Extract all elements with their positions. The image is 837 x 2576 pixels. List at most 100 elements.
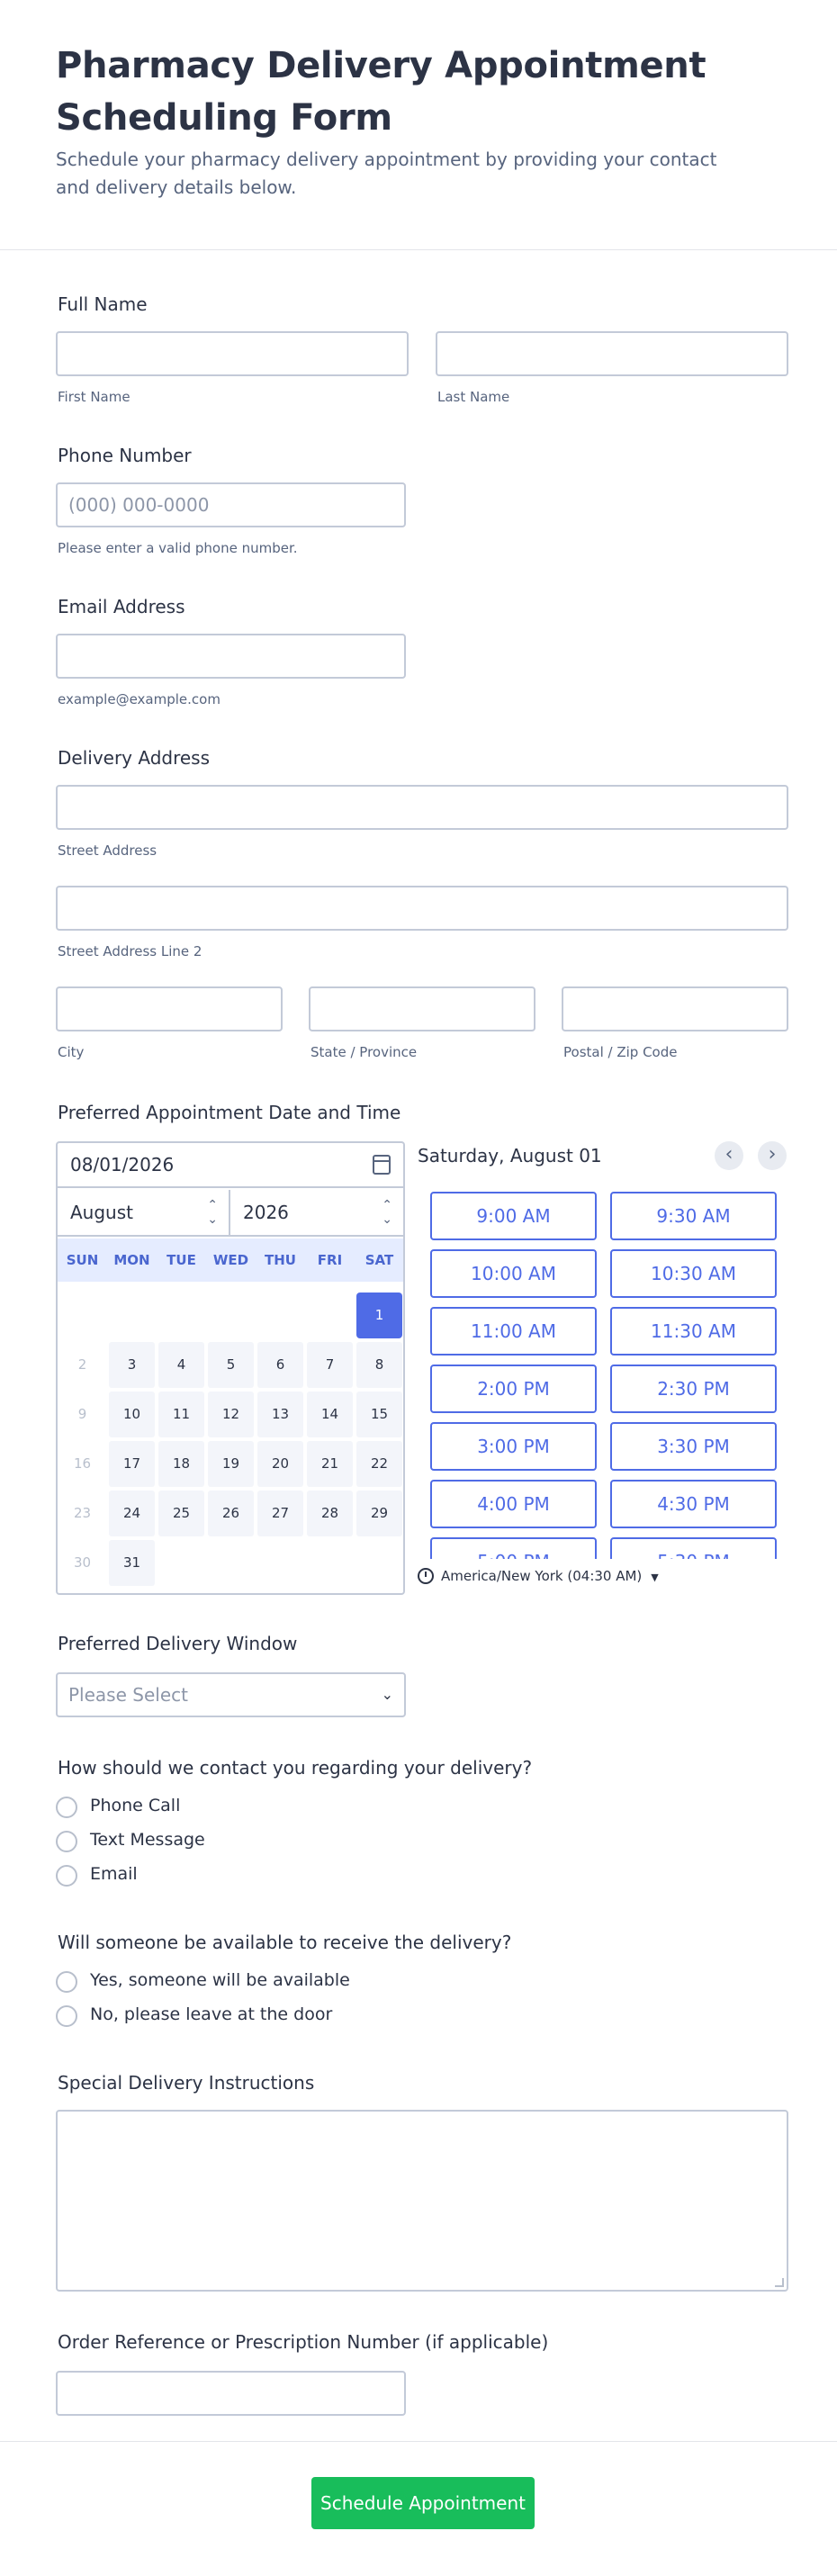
time-slot-button[interactable]: 4:30 PM — [610, 1480, 777, 1528]
last-name-sublabel: Last Name — [437, 389, 510, 405]
calendar-day: 16 — [73, 1455, 92, 1472]
calendar-day[interactable]: 27 — [257, 1491, 303, 1536]
calendar-icon[interactable] — [373, 1155, 391, 1175]
year-select[interactable]: 2026 ⌃ ⌄ — [230, 1190, 403, 1237]
radio-circle[interactable] — [56, 2005, 77, 2027]
time-slot-button[interactable]: 2:00 PM — [430, 1365, 597, 1413]
appointment-label: Preferred Appointment Date and Time — [58, 1102, 401, 1123]
year-stepper-icon[interactable]: ⌃ ⌄ — [382, 1198, 392, 1227]
street-address-sublabel: Street Address — [58, 842, 158, 859]
phone-input[interactable]: (000) 000-0000 — [56, 482, 406, 527]
calendar-day[interactable]: 11 — [158, 1392, 204, 1437]
calendar-day[interactable]: 19 — [208, 1441, 254, 1487]
calendar-day[interactable]: 5 — [208, 1342, 254, 1388]
state-input[interactable] — [309, 986, 536, 1031]
last-name-input[interactable] — [436, 331, 788, 376]
time-slot-button[interactable]: 9:00 AM — [430, 1192, 597, 1240]
street-address-line2-input[interactable] — [56, 886, 788, 931]
radio-label: Email — [90, 1864, 138, 1884]
address-label: Delivery Address — [58, 747, 211, 769]
order-reference-label: Order Reference or Prescription Number (… — [58, 2331, 549, 2353]
radio-label: Text Message — [90, 1830, 205, 1850]
form-title: Pharmacy Delivery Appointment Scheduling… — [56, 45, 706, 139]
calendar-day[interactable]: 25 — [158, 1491, 204, 1536]
calendar-day[interactable]: 13 — [257, 1392, 303, 1437]
city-input[interactable] — [56, 986, 283, 1031]
calendar-day[interactable]: 29 — [356, 1491, 402, 1536]
street-address-line2-sublabel: Street Address Line 2 — [58, 943, 202, 959]
city-sublabel: City — [58, 1044, 85, 1060]
chevron-left-icon[interactable]: ‹ — [715, 1141, 743, 1170]
time-slot-button[interactable]: 10:30 AM — [610, 1249, 777, 1298]
calendar-day[interactable]: 26 — [208, 1491, 254, 1536]
calendar-day[interactable]: 21 — [307, 1441, 353, 1487]
radio-circle[interactable] — [56, 1831, 77, 1852]
calendar-day[interactable]: 28 — [307, 1491, 353, 1536]
time-slot-button[interactable]: 4:00 PM — [430, 1480, 597, 1528]
calendar-day[interactable]: 12 — [208, 1392, 254, 1437]
calendar-day[interactable]: 7 — [307, 1342, 353, 1388]
date-input[interactable]: 08/01/2026 — [58, 1143, 403, 1188]
calendar-day[interactable]: 14 — [307, 1392, 353, 1437]
time-slot-button[interactable]: 2:30 PM — [610, 1365, 777, 1413]
time-slot-button[interactable]: 11:00 AM — [430, 1307, 597, 1356]
caret-down-icon: ▼ — [651, 1572, 659, 1583]
timezone-select[interactable]: America/New York (04:30 AM) ▼ — [418, 1568, 659, 1584]
schedule-appointment-button[interactable]: Schedule Appointment — [311, 2477, 535, 2529]
calendar-day[interactable]: 20 — [257, 1441, 303, 1487]
contact-method-label: How should we contact you regarding your… — [58, 1757, 533, 1779]
time-slot-button[interactable]: 11:30 AM — [610, 1307, 777, 1356]
chevron-down-icon: ⌄ — [381, 1686, 393, 1703]
radio-label: Phone Call — [90, 1796, 181, 1815]
form-header: Pharmacy Delivery Appointment Scheduling… — [0, 0, 837, 250]
calendar-day: 23 — [73, 1505, 92, 1521]
time-slot-button[interactable]: 5:30 PM — [610, 1537, 777, 1559]
weekday-sun: SUN — [66, 1252, 99, 1268]
weekday-tue: TUE — [166, 1252, 196, 1268]
radio-circle[interactable] — [56, 1797, 77, 1818]
calendar-day[interactable]: 24 — [109, 1491, 155, 1536]
email-input[interactable] — [56, 634, 406, 679]
radio-circle[interactable] — [56, 1971, 77, 1993]
calendar-day: 2 — [77, 1356, 87, 1373]
calendar-day[interactable]: 8 — [356, 1342, 402, 1388]
weekday-wed: WED — [212, 1252, 249, 1268]
weekday-header: SUN MON TUE WED THU FRI SAT — [58, 1238, 403, 1282]
calendar-day: 9 — [77, 1406, 87, 1422]
delivery-window-select[interactable]: Please Select ⌄ — [56, 1672, 406, 1717]
time-slot-button[interactable]: 3:30 PM — [610, 1422, 777, 1471]
resize-handle[interactable] — [775, 2278, 784, 2287]
calendar-day[interactable]: 4 — [158, 1342, 204, 1388]
calendar-day[interactable]: 18 — [158, 1441, 204, 1487]
clock-icon — [418, 1568, 434, 1584]
street-address-input[interactable] — [56, 785, 788, 830]
time-slot-button[interactable]: 10:00 AM — [430, 1249, 597, 1298]
order-reference-input[interactable] — [56, 2371, 406, 2416]
calendar-day[interactable]: 15 — [356, 1392, 402, 1437]
month-value: August — [70, 1202, 133, 1223]
time-slot-button[interactable]: 3:00 PM — [430, 1422, 597, 1471]
instructions-textarea[interactable] — [56, 2110, 788, 2292]
date-input-value: 08/01/2026 — [70, 1154, 175, 1175]
calendar-day[interactable]: 10 — [109, 1392, 155, 1437]
time-slot-button[interactable]: 5:00 PM — [430, 1537, 597, 1559]
month-select[interactable]: August ⌃ ⌄ — [58, 1190, 230, 1237]
radio-label: No, please leave at the door — [90, 2004, 333, 2024]
chevron-right-icon[interactable]: › — [758, 1141, 787, 1170]
date-picker: 08/01/2026 August ⌃ ⌄ 2026 ⌃ ⌄ SUN MON TUE… — [56, 1141, 405, 1595]
radio-circle[interactable] — [56, 1865, 77, 1887]
calendar-day[interactable]: 6 — [257, 1342, 303, 1388]
weekday-thu: THU — [265, 1252, 296, 1268]
weekday-sat: SAT — [364, 1252, 394, 1268]
calendar-day[interactable]: 17 — [109, 1441, 155, 1487]
month-stepper-icon[interactable]: ⌃ ⌄ — [207, 1198, 218, 1227]
phone-label: Phone Number — [58, 445, 192, 466]
calendar-day[interactable]: 22 — [356, 1441, 402, 1487]
calendar-day[interactable]: 3 — [109, 1342, 155, 1388]
time-slot-button[interactable]: 9:30 AM — [610, 1192, 777, 1240]
postal-code-input[interactable] — [562, 986, 788, 1031]
instructions-label: Special Delivery Instructions — [58, 2072, 315, 2094]
calendar-day[interactable]: 31 — [109, 1540, 155, 1586]
first-name-input[interactable] — [56, 331, 409, 376]
calendar-day-selected[interactable]: 1 — [356, 1293, 402, 1338]
